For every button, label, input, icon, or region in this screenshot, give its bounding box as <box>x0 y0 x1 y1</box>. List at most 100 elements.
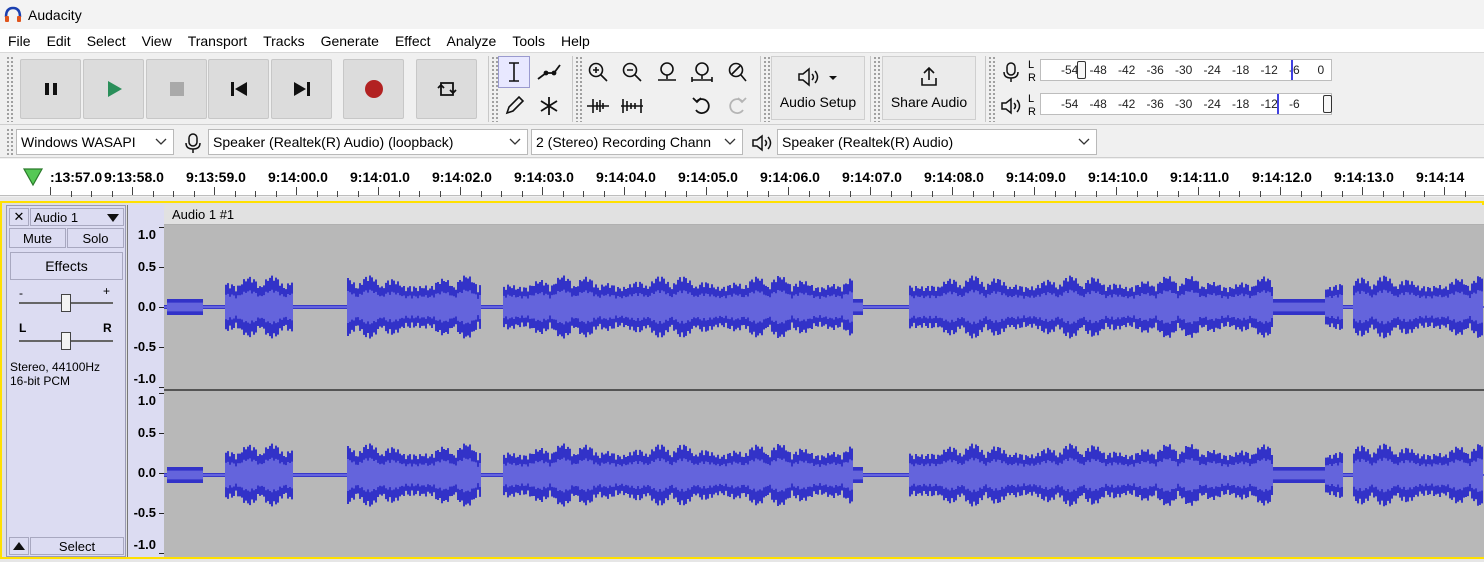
zoom-out-button[interactable] <box>616 56 648 88</box>
skip-to-end-button[interactable] <box>271 59 332 119</box>
play-head-triangle-icon[interactable] <box>22 167 44 187</box>
fit-selection-button[interactable] <box>651 56 683 88</box>
share-audio-label: Share Audio <box>890 94 968 110</box>
menu-transport[interactable]: Transport <box>180 29 255 53</box>
chevron-down-icon <box>155 138 167 145</box>
triangle-up-icon <box>13 542 25 550</box>
meter-tick: -12 <box>1260 97 1278 111</box>
speaker-icon <box>1001 97 1021 115</box>
i-beam-icon <box>509 62 519 82</box>
ruler-tick <box>1198 187 1199 195</box>
menu-tracks[interactable]: Tracks <box>255 29 312 53</box>
recording-device-select[interactable]: Speaker (Realtek(R) Audio) (loopback) <box>208 129 528 155</box>
recording-channels-value: 2 (Stereo) Recording Chann <box>536 134 712 150</box>
gain-slider-thumb[interactable] <box>61 294 71 312</box>
loop-button[interactable] <box>416 59 477 119</box>
ruler-time-label: 9:14:01.0 <box>350 169 410 185</box>
select-track-button[interactable]: Select <box>30 537 124 555</box>
zoom-in-button[interactable] <box>582 56 614 88</box>
meter-tick: -48 <box>1089 63 1107 77</box>
toolbar-grip[interactable] <box>6 56 14 122</box>
play-meter-r: R <box>1028 106 1036 118</box>
meter-tick: -36 <box>1146 97 1164 111</box>
record-button[interactable] <box>343 59 404 119</box>
pan-slider-thumb[interactable] <box>61 332 71 350</box>
close-track-button[interactable]: ✕ <box>9 208 29 226</box>
play-meter-l: L <box>1028 93 1035 105</box>
play-meter-button[interactable] <box>995 90 1027 122</box>
vertical-ruler[interactable]: 1.0 0.5 0.0 -0.5 -1.0 1.0 0.5 0.0 -0.5 -1.0 <box>127 205 164 557</box>
menu-file[interactable]: File <box>0 29 39 53</box>
ruler-time-label: 9:14:02.0 <box>432 169 492 185</box>
menu-select[interactable]: Select <box>79 29 134 53</box>
menu-tools[interactable]: Tools <box>504 29 553 53</box>
meter-level-slider[interactable] <box>1323 95 1332 113</box>
amplitude-label: 0.5 <box>137 259 156 274</box>
zoom-toggle-icon <box>728 62 747 82</box>
solo-button[interactable]: Solo <box>67 228 124 248</box>
waveform-display[interactable] <box>164 225 1484 557</box>
audio-host-select[interactable]: Windows WASAPI <box>16 129 174 155</box>
meter-tick: -24 <box>1203 63 1221 77</box>
collapse-track-button[interactable] <box>9 537 29 555</box>
trim-audio-button[interactable] <box>582 90 614 122</box>
chevron-down-icon <box>509 138 521 145</box>
pause-button[interactable] <box>20 59 81 119</box>
playback-level-meter[interactable]: -54 -48 -42 -36 -30 -24 -18 -12 -6 <box>1040 93 1332 115</box>
meter-tick: -6 <box>1289 97 1300 111</box>
zoom-toggle-button[interactable] <box>721 56 753 88</box>
ruler-time-label: 9:14:00.0 <box>268 169 328 185</box>
menu-view[interactable]: View <box>134 29 180 53</box>
ruler-tick <box>378 187 379 195</box>
mute-button[interactable]: Mute <box>9 228 66 248</box>
multi-tool-button[interactable] <box>533 90 565 122</box>
toolbar: Audio Setup Share Audio L R L R -54 -48 -4… <box>0 53 1484 125</box>
menu-analyze[interactable]: Analyze <box>439 29 505 53</box>
record-meter-button[interactable] <box>995 56 1027 88</box>
chevron-down-icon <box>1078 138 1090 145</box>
effects-button[interactable]: Effects <box>10 252 123 280</box>
share-audio-grip[interactable] <box>873 56 881 122</box>
track-bit-depth: 16-bit PCM <box>10 374 71 388</box>
recording-channels-select[interactable]: 2 (Stereo) Recording Chann <box>531 129 743 155</box>
stop-button[interactable] <box>146 59 207 119</box>
audio-setup-button[interactable]: Audio Setup <box>771 56 865 120</box>
ruler-tick <box>296 187 297 195</box>
amplitude-label: 1.0 <box>137 393 156 408</box>
silence-audio-button[interactable] <box>616 90 648 122</box>
clip-header[interactable]: Audio 1 #1 <box>164 205 1484 225</box>
ruler-tick <box>1280 187 1281 195</box>
audio-setup-grip[interactable] <box>763 56 771 122</box>
audio-host-value: Windows WASAPI <box>21 134 136 150</box>
record-meter-l: L <box>1028 59 1035 71</box>
record-level-meter[interactable]: -54 -48 -42 -36 -30 -24 -18 -12 -6 0 <box>1040 59 1332 81</box>
timeline-ruler[interactable]: :13:57.0 9:13:58.0 9:13:59.0 9:14:00.0 9:14:… <box>0 159 1484 197</box>
meter-tick: -54 <box>1061 97 1079 111</box>
menu-generate[interactable]: Generate <box>313 29 387 53</box>
menu-effect[interactable]: Effect <box>387 29 439 53</box>
skip-to-start-button[interactable] <box>208 59 269 119</box>
ruler-tick <box>542 187 543 195</box>
track-control-panel: ✕ Audio 1 Mute Solo Effects - + L R Ster… <box>6 205 126 557</box>
track-format: Stereo, 44100Hz <box>10 360 101 374</box>
play-button[interactable] <box>83 59 144 119</box>
ruler-tick <box>214 187 215 195</box>
menu-edit[interactable]: Edit <box>39 29 79 53</box>
share-audio-button[interactable]: Share Audio <box>882 56 976 120</box>
undo-icon <box>692 97 710 114</box>
draw-tool-button[interactable] <box>498 90 530 122</box>
fit-project-button[interactable] <box>686 56 718 88</box>
meter-tick: -42 <box>1118 97 1136 111</box>
menu-help[interactable]: Help <box>553 29 598 53</box>
device-grip[interactable] <box>6 128 14 156</box>
meter-level-slider[interactable] <box>1077 61 1086 79</box>
selection-tool-button[interactable] <box>498 56 530 88</box>
undo-button[interactable] <box>686 90 718 122</box>
record-meter-r: R <box>1028 72 1036 84</box>
trim-icon <box>587 99 609 113</box>
redo-button[interactable] <box>721 90 753 122</box>
track-menu-button[interactable]: Audio 1 <box>30 208 124 226</box>
playback-device-select[interactable]: Speaker (Realtek(R) Audio) <box>777 129 1097 155</box>
envelope-tool-button[interactable] <box>533 56 565 88</box>
ruler-tick <box>1034 187 1035 195</box>
